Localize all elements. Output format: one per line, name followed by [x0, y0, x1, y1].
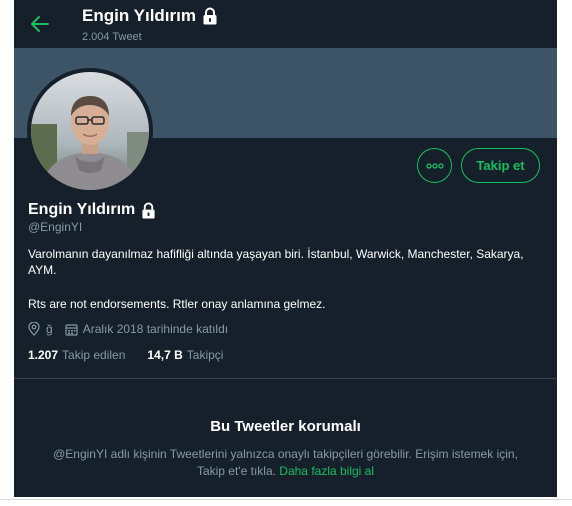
profile-header: Engin Yıldırım 2.004 Tweet — [14, 0, 557, 48]
header-title-row: Engin Yıldırım — [82, 6, 218, 26]
followers-label: Takipçi — [186, 348, 224, 362]
avatar[interactable] — [27, 68, 153, 194]
joined-date: Aralık 2018 tarihinde katıldı — [82, 322, 229, 336]
followers-count: 14,7 B — [147, 348, 183, 362]
page-bottom-rule — [0, 499, 572, 500]
following-label: Takip edilen — [62, 348, 126, 362]
learn-more-link[interactable]: Daha fazla bilgi al — [279, 464, 374, 478]
header-title: Engin Yıldırım — [82, 6, 196, 25]
calendar-icon — [65, 323, 78, 336]
following-count: 1.207 — [28, 348, 59, 362]
location-text: ğ — [46, 322, 53, 336]
follow-stats: 1.207 Takip edilen 14,7 B Takipçi — [28, 348, 223, 362]
follow-button[interactable]: Takip et — [461, 148, 540, 183]
bio-text-2: Rts are not endorsements. Rtler onay anl… — [28, 297, 326, 311]
following-link[interactable]: 1.207 Takip edilen — [28, 348, 125, 362]
protected-notice: @EnginYI adlı kişinin Tweetlerini yalnız… — [38, 446, 533, 480]
protected-title: Bu Tweetler korumalı — [210, 418, 361, 435]
section-divider — [14, 378, 557, 379]
arrow-left-icon — [31, 16, 49, 32]
profile-name-row: Engin Yıldırım — [28, 201, 156, 219]
profile-meta: ğ Aralık 2018 tarihinde katıldı — [28, 322, 228, 336]
lock-icon — [142, 202, 155, 218]
back-button[interactable] — [28, 12, 52, 36]
lock-icon — [203, 7, 217, 25]
profile-handle: @EnginYI — [28, 220, 83, 234]
more-options-button[interactable] — [417, 148, 452, 183]
profile-page: Engin Yıldırım 2.004 Tweet Takip et Engi… — [14, 0, 557, 497]
location-icon — [28, 322, 40, 336]
bio-text: Varolmanın dayanılmaz hafifliği altında … — [28, 247, 524, 277]
more-options-icon — [425, 162, 444, 169]
tweet-count: 2.004 Tweet — [82, 31, 142, 43]
profile-name: Engin Yıldırım — [28, 201, 136, 218]
avatar-photo — [31, 72, 149, 190]
followers-link[interactable]: 14,7 B Takipçi — [147, 348, 223, 362]
